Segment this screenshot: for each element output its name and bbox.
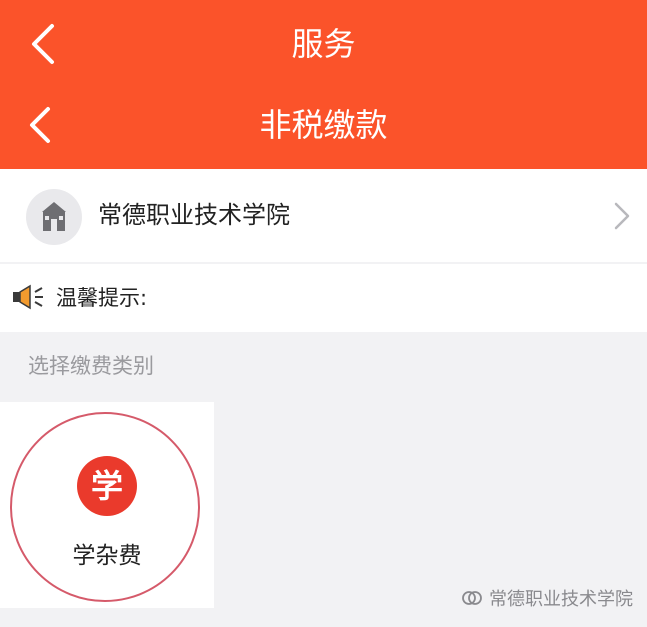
chevron-right-icon — [614, 202, 630, 230]
warm-tip-bar: 温馨提示: — [0, 264, 647, 332]
watermark-text: 常德职业技术学院 — [489, 589, 633, 610]
page-title: 非税缴款 — [259, 106, 388, 144]
fee-item-label: 学杂费 — [72, 543, 142, 569]
fee-category-heading: 选择缴费类别 — [28, 354, 154, 378]
nav-bar: 非税缴款 — [0, 89, 647, 161]
school-building-icon — [26, 189, 82, 245]
wechat-channel-icon — [462, 591, 482, 605]
parent-page-title: 服务 — [291, 25, 356, 63]
parent-nav-bar: 服务 — [0, 8, 647, 80]
warm-tip-label: 温馨提示: — [56, 286, 148, 310]
study-badge-icon: 学 — [77, 456, 137, 516]
watermark: 常德职业技术学院 — [461, 583, 633, 613]
top-header: 服务 非税缴款 — [0, 0, 647, 169]
fee-item-tuition[interactable]: 学 学杂费 — [0, 402, 214, 608]
school-name: 常德职业技术学院 — [98, 201, 290, 229]
speaker-icon — [13, 284, 43, 310]
school-selector[interactable]: 常德职业技术学院 — [0, 169, 647, 262]
